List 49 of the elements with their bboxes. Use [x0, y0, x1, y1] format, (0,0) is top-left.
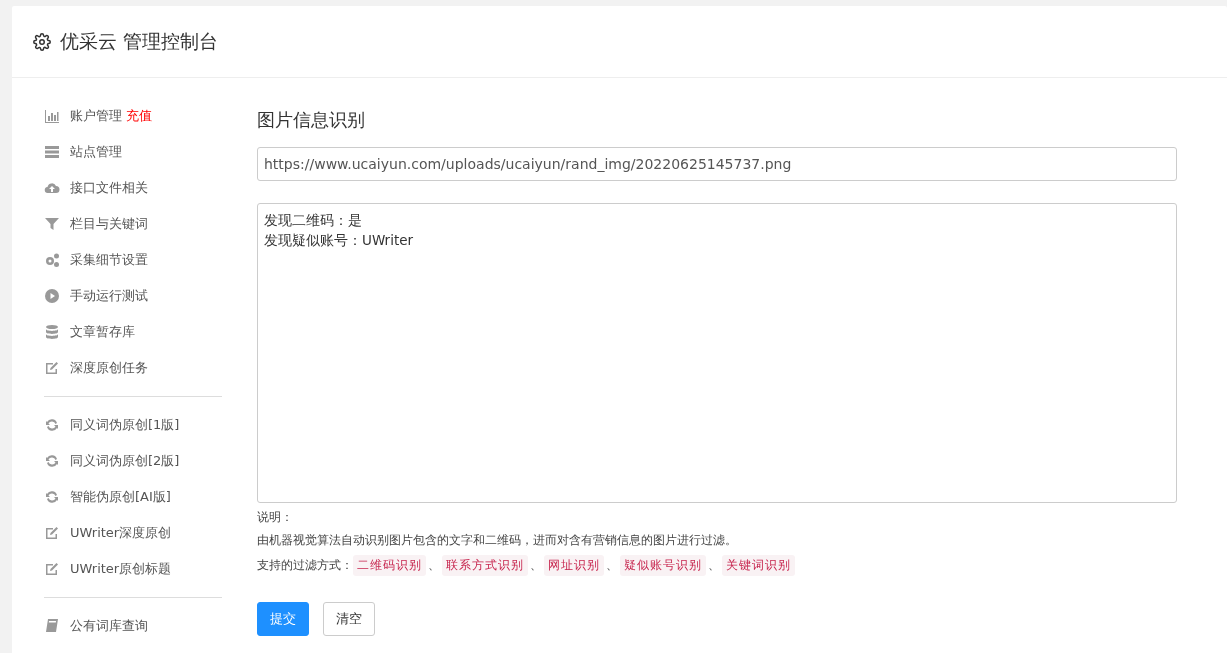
separator: 、: [529, 557, 543, 574]
console-title: 优采云 管理控制台: [60, 28, 219, 54]
menu-item[interactable]: 采集细节设置: [70, 251, 148, 269]
refresh-icon: [44, 417, 60, 433]
result-line: 发现疑似账号：UWriter: [264, 231, 414, 250]
result-field[interactable]: 发现二维码：是 发现疑似账号：UWriter: [257, 203, 1177, 503]
section-title: 图片信息识别: [257, 108, 366, 132]
menu-item[interactable]: 深度原创任务: [70, 359, 148, 377]
cloud-upload-icon: [44, 180, 60, 196]
gears-icon: [44, 252, 60, 268]
menu-item[interactable]: 栏目与关键词: [70, 215, 148, 233]
book-icon: [44, 618, 60, 634]
edit-icon: [44, 561, 60, 577]
database-icon: [44, 324, 60, 340]
filters-label: 支持的过滤方式：: [257, 557, 353, 574]
separator: 、: [707, 557, 721, 574]
menu-item[interactable]: 公有词库查询: [70, 617, 148, 635]
menu-item[interactable]: 智能伪原创[AI版]: [70, 488, 171, 506]
play-icon: [44, 288, 60, 304]
menu-item[interactable]: 账户管理: [70, 107, 122, 125]
filter-tag: 二维码识别: [353, 555, 426, 576]
bar-chart-icon: [44, 108, 60, 124]
note-label: 说明：: [257, 509, 294, 526]
filter-tag: 网址识别: [544, 555, 604, 576]
filter-tag: 疑似账号识别: [620, 555, 706, 576]
filter-tag: 联系方式识别: [442, 555, 528, 576]
edit-icon: [44, 525, 60, 541]
settings-icon: [33, 32, 51, 51]
separator: 、: [605, 557, 619, 574]
edit-icon: [44, 360, 60, 376]
menu-item[interactable]: 手动运行测试: [70, 287, 148, 305]
menu-item[interactable]: 同义词伪原创[1版]: [70, 416, 180, 434]
separator: 、: [427, 557, 441, 574]
menu-item[interactable]: UWriter深度原创: [70, 524, 172, 542]
menu-item[interactable]: 接口文件相关: [70, 179, 148, 197]
menu-item[interactable]: 文章暂存库: [70, 323, 135, 341]
refresh-icon: [44, 453, 60, 469]
server-icon: [44, 144, 60, 160]
menu-item[interactable]: UWriter原创标题: [70, 560, 172, 578]
result-line: 发现二维码：是: [264, 211, 362, 230]
menu-item[interactable]: 站点管理: [70, 143, 122, 161]
recharge-link[interactable]: 充值: [126, 107, 152, 125]
filter-icon: [44, 216, 60, 232]
refresh-icon: [44, 489, 60, 505]
filter-tag: 关键词识别: [722, 555, 795, 576]
image-url-field[interactable]: https://www.ucaiyun.com/uploads/ucaiyun/rand_img/20220625145737.png: [257, 147, 1177, 181]
menu-item[interactable]: 同义词伪原创[2版]: [70, 452, 180, 470]
clear-button[interactable]: 清空: [323, 602, 375, 636]
note-text: 由机器视觉算法自动识别图片包含的文字和二维码，进而对含有营销信息的图片进行过滤。: [257, 532, 738, 549]
